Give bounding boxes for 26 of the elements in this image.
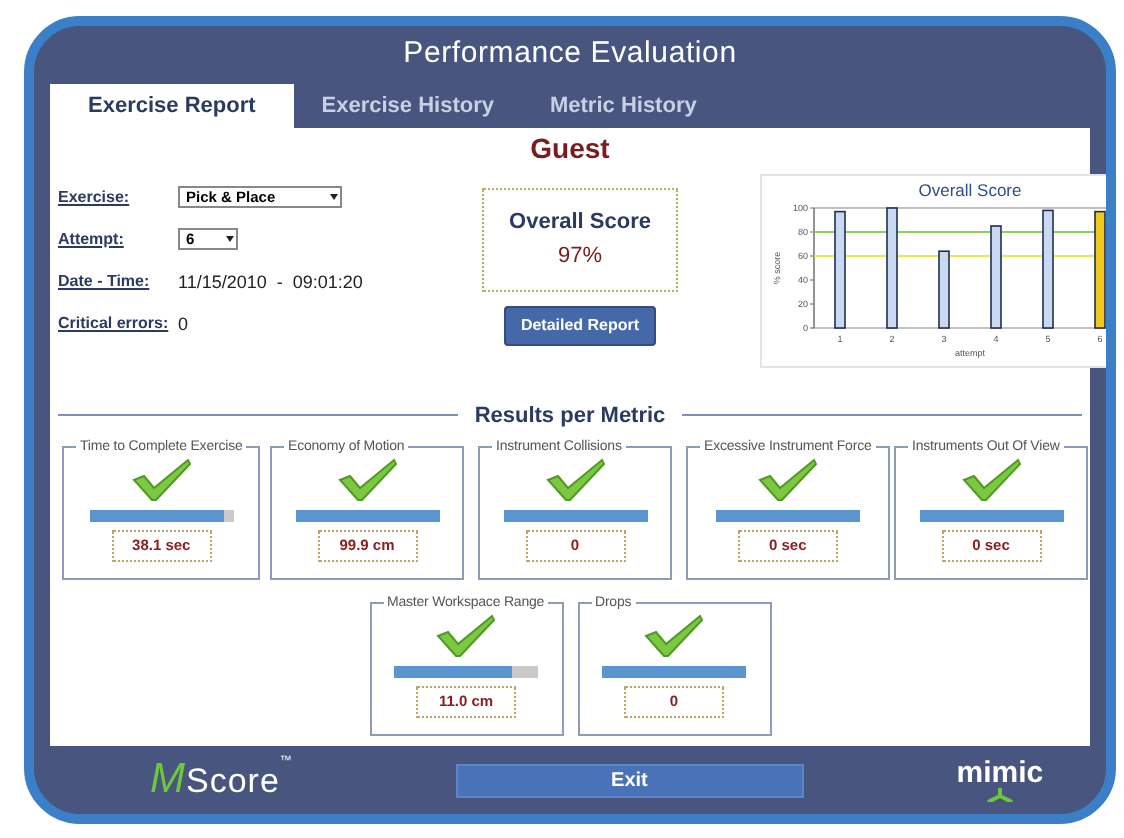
tab[interactable]: Exercise Report — [50, 83, 294, 128]
score-title: Overall Score — [509, 210, 651, 235]
tripod-icon — [983, 788, 1016, 803]
field-label: Date - Time: — [58, 269, 152, 294]
section-heading: Results per Metric — [474, 403, 666, 428]
chart-bar — [834, 210, 846, 329]
field-label: Attempt: — [58, 227, 126, 252]
chart-title: Overall Score — [918, 179, 1022, 200]
field-label: Exercise: — [58, 185, 132, 210]
chart-bar — [1094, 210, 1106, 329]
field-value: 11/15/2010 - 09:01:20 — [178, 269, 365, 294]
chart-bar — [938, 249, 950, 329]
tab[interactable]: Metric History — [521, 83, 725, 128]
score-value: 97% — [557, 244, 603, 269]
exit-button[interactable]: Exit — [455, 763, 804, 798]
window-title: Performance Evaluation — [401, 34, 739, 74]
chart-bar — [886, 206, 898, 329]
chart-bar — [990, 224, 1002, 329]
y-axis — [809, 206, 815, 328]
detailed-report-button[interactable]: Detailed Report — [504, 305, 656, 346]
chart-bar — [1042, 208, 1054, 329]
field-label: Critical errors: — [58, 311, 171, 336]
user-name: Guest — [528, 131, 612, 164]
tab[interactable]: Exercise History — [293, 83, 522, 128]
field-value: 0 — [178, 311, 191, 336]
brand-logo: mimic — [956, 758, 1044, 789]
